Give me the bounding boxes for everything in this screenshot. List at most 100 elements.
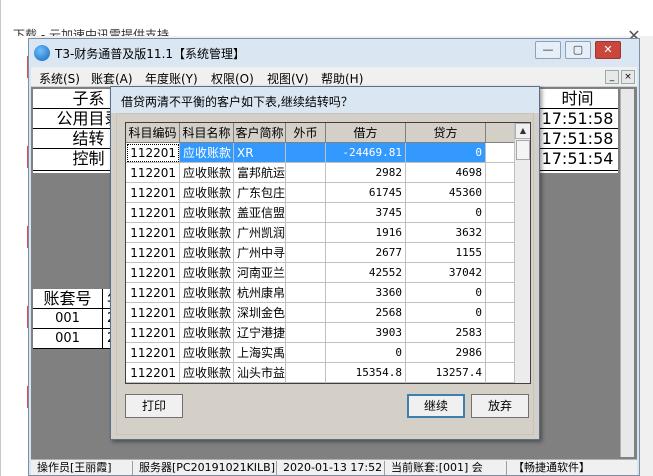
table-cell: 17:51:58 (537, 109, 618, 129)
column-header-filler (486, 123, 514, 143)
table-cell-name: 应收账款 (180, 163, 234, 183)
table-cell-credit: 0 (406, 143, 486, 163)
print-button[interactable]: 打印 (125, 394, 183, 418)
table-cell-customer: XR (234, 143, 286, 163)
table-cell-code: 112201 (126, 243, 180, 263)
table-cell-credit: 3632 (406, 223, 486, 243)
table-header-cell: 账套号 (33, 289, 103, 309)
table-cell-fx (286, 383, 326, 384)
table-cell-filler (486, 363, 514, 383)
table-cell-customer: 深圳金色 (234, 303, 286, 323)
menu-help[interactable]: 帮助(H) (321, 70, 363, 87)
menu-view[interactable]: 视图(V) (267, 70, 309, 87)
table-cell-customer: 广东包庄 (234, 183, 286, 203)
table-row[interactable]: 112201 应收账款 XR -24469.81 0 (126, 143, 514, 163)
workspace-scrollbar[interactable] (620, 89, 634, 457)
column-header-fx[interactable]: 外币 (286, 123, 326, 143)
table-cell-credit: 4698 (406, 163, 486, 183)
table-cell-filler (486, 343, 514, 363)
table-cell-code: 112201 (126, 203, 180, 223)
menu-account[interactable]: 账套(A) (91, 70, 133, 87)
table-row[interactable]: 112201 应收账款 杭州康帛 3360 0 (126, 283, 514, 303)
status-bar: 操作员[王丽霞] 服务器[PC20191021KILB] 2020-01-13 … (31, 459, 637, 475)
table-cell-debit: 15354.8 (326, 363, 406, 383)
table-cell-fx (286, 283, 326, 303)
table-cell-name: 应收账款 (180, 363, 234, 383)
table-cell-customer: 汕头市益 (234, 363, 286, 383)
table-row[interactable]: 112201 应收账款 汕头市益 15354.8 13257.4 (126, 363, 514, 383)
table-cell-debit: 42552 (326, 263, 406, 283)
table-cell-fx (286, 203, 326, 223)
table-cell-fx (286, 323, 326, 343)
table-cell-fx (286, 143, 326, 163)
table-cell-customer: 辽宁港捷 (234, 323, 286, 343)
table-row[interactable]: 112201应收账款深圳华商 12840 (126, 383, 514, 384)
column-header-name[interactable]: 科目名称 (180, 123, 234, 143)
scroll-up-icon[interactable]: ▲ (515, 123, 530, 139)
table-cell-fx (286, 223, 326, 243)
menu-system[interactable]: 系统(S) (39, 70, 80, 87)
continue-button[interactable]: 继续 (407, 394, 465, 418)
window-titlebar: T3-财务通普及版11.1【系统管理】 — ▢ ✕ (29, 39, 639, 67)
confirm-dialog: 借贷两清不平衡的客户如下表,继续结转吗？ 科目编码 科目名称 客户简称 外币 借… (110, 86, 540, 440)
table-row[interactable]: 112201 应收账款 辽宁港捷 3903 2583 (126, 323, 514, 343)
table-cell-customer: 上海实禹 (234, 343, 286, 363)
status-operator: 操作员[王丽霞] (33, 461, 133, 475)
mdi-minimize-icon[interactable]: _ (605, 70, 619, 84)
table-cell-name: 应收账款 (180, 223, 234, 243)
restore-icon[interactable]: ▢ (565, 41, 591, 59)
table-cell-name: 应收账款 (180, 323, 234, 343)
table-cell-debit: 0 (326, 343, 406, 363)
table-cell-name: 应收账款 (180, 383, 234, 384)
table-cell-fx (286, 303, 326, 323)
table-cell-credit: 45360 (406, 183, 486, 203)
minimize-icon[interactable]: — (535, 41, 561, 59)
table-cell-debit: 1284 (326, 383, 406, 384)
table-cell-credit: 2986 (406, 343, 486, 363)
column-header-credit[interactable]: 贷方 (406, 123, 486, 143)
table-cell-filler (486, 303, 514, 323)
column-header-debit[interactable]: 借方 (326, 123, 406, 143)
dialog-title: 借贷两清不平衡的客户如下表,继续结转吗？ (121, 95, 353, 109)
window-close-icon[interactable]: ✕ (595, 41, 621, 59)
table-cell-name: 应收账款 (180, 303, 234, 323)
table-row[interactable]: 112201 应收账款 富邦航运 2982 4698 (126, 163, 514, 183)
left-stripe (1, 36, 31, 476)
table-row[interactable]: 112201 应收账款 上海实禹 0 2986 (126, 343, 514, 363)
table-cell-code: 112201 (126, 163, 180, 183)
table-row[interactable]: 112201 应收账款 河南亚兰 42552 37042 (126, 263, 514, 283)
dialog-body: 科目编码 科目名称 客户简称 外币 借方 贷方 112201 应收账款 XR -244… (116, 113, 534, 435)
table-row[interactable]: 112201 应收账款 深圳金色 2568 0 (126, 303, 514, 323)
table-cell-customer: 深圳华商 (234, 383, 286, 384)
table-cell-fx (286, 243, 326, 263)
table-cell-filler (486, 323, 514, 343)
table-cell-name: 应收账款 (180, 243, 234, 263)
table-row[interactable]: 112201 应收账款 盖亚信盟 3745 0 (126, 203, 514, 223)
mdi-close-icon[interactable]: × (621, 70, 635, 84)
scroll-thumb[interactable] (516, 140, 530, 160)
table-cell-code: 112201 (126, 223, 180, 243)
table-cell-filler (486, 283, 514, 303)
table-cell-code: 112201 (126, 183, 180, 203)
menu-permission[interactable]: 权限(O) (211, 70, 254, 87)
table-row[interactable]: 112201 应收账款 广东包庄 61745 45360 (126, 183, 514, 203)
table-cell-fx (286, 163, 326, 183)
column-header-customer[interactable]: 客户简称 (234, 123, 286, 143)
table-cell-filler (486, 143, 514, 163)
table-cell-credit: 0 (406, 283, 486, 303)
table-cell-debit: -24469.81 (326, 143, 406, 163)
grid-scrollbar[interactable]: ▲ (514, 123, 530, 383)
status-datetime: 2020-01-13 17:52 (279, 461, 385, 475)
table-cell-fx (286, 263, 326, 283)
table-cell-code: 112201 (126, 323, 180, 343)
abandon-button[interactable]: 放弃 (471, 394, 529, 418)
table-row[interactable]: 112201 应收账款 广州凯润 1916 3632 (126, 223, 514, 243)
table-cell: 001 (33, 329, 103, 349)
menu-year-account[interactable]: 年度账(Y) (145, 70, 198, 87)
table-row[interactable]: 112201 应收账款 广州中寻 2677 1155 (126, 243, 514, 263)
table-cell-fx (286, 183, 326, 203)
table-cell-customer: 盖亚信盟 (234, 203, 286, 223)
background-titlebar: 下载 - 云加速中讯雷提供支持 ✕ (1, 0, 653, 44)
table-cell-name: 应收账款 (180, 183, 234, 203)
column-header-code[interactable]: 科目编码 (126, 123, 180, 143)
